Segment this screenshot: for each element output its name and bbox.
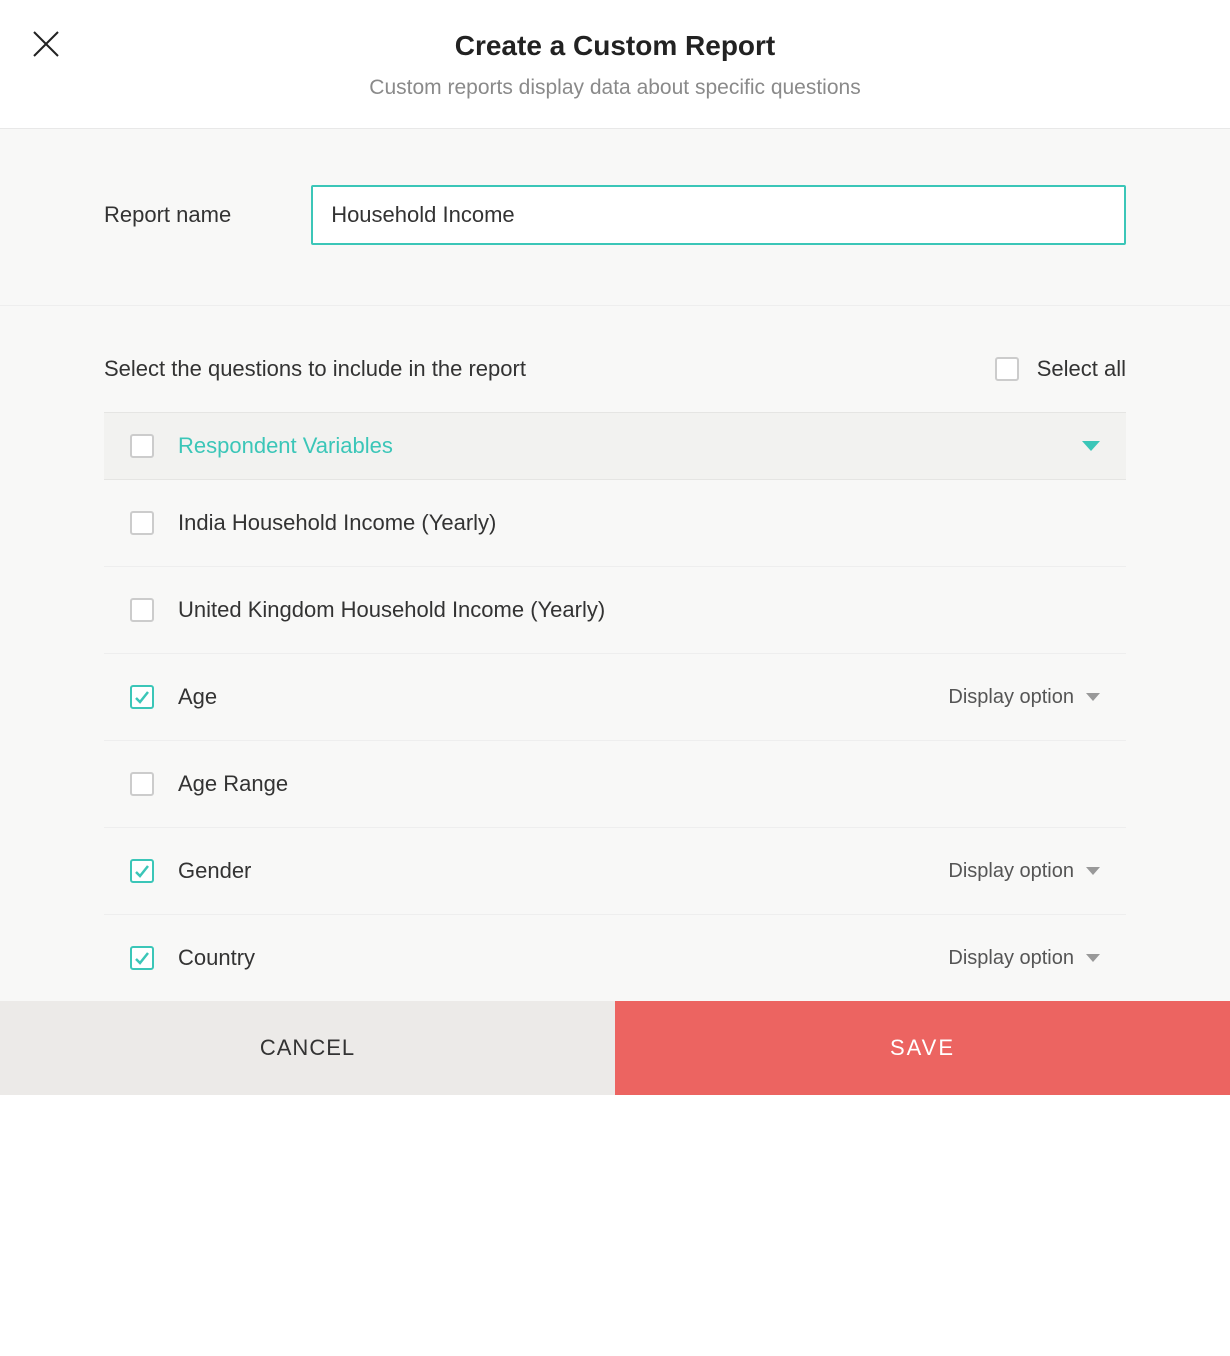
chevron-down-icon (1086, 954, 1100, 962)
select-all-wrap: Select all (995, 356, 1126, 382)
question-checkbox[interactable] (130, 685, 154, 709)
question-item: United Kingdom Household Income (Yearly) (104, 567, 1126, 654)
question-checkbox[interactable] (130, 511, 154, 535)
checkmark-icon (134, 950, 150, 966)
question-item: Country Display option (104, 915, 1126, 1001)
chevron-down-icon (1086, 867, 1100, 875)
display-option-label: Display option (948, 860, 1074, 883)
display-option-label: Display option (948, 947, 1074, 970)
group-title: Respondent Variables (178, 433, 1058, 459)
modal-subtitle: Custom reports display data about specif… (0, 76, 1230, 100)
questions-section: Select the questions to include in the r… (0, 306, 1230, 1001)
modal-footer: CANCEL SAVE (0, 1001, 1230, 1095)
close-button[interactable] (30, 28, 62, 60)
question-group-header[interactable]: Respondent Variables (104, 412, 1126, 480)
question-item: Age Display option (104, 654, 1126, 741)
display-option-dropdown[interactable]: Display option (948, 947, 1100, 970)
select-all-checkbox[interactable] (995, 357, 1019, 381)
question-checkbox[interactable] (130, 598, 154, 622)
question-item: Gender Display option (104, 828, 1126, 915)
question-item: Age Range (104, 741, 1126, 828)
report-name-input[interactable] (311, 185, 1126, 245)
questions-prompt: Select the questions to include in the r… (104, 356, 526, 382)
select-all-label: Select all (1037, 356, 1126, 382)
checkmark-icon (134, 863, 150, 879)
report-name-label: Report name (104, 202, 231, 228)
question-label: Country (178, 945, 924, 971)
question-checkbox[interactable] (130, 859, 154, 883)
save-button[interactable]: SAVE (615, 1001, 1230, 1095)
question-label: India Household Income (Yearly) (178, 510, 1100, 536)
question-label: Age (178, 684, 924, 710)
display-option-dropdown[interactable]: Display option (948, 860, 1100, 883)
modal-title: Create a Custom Report (0, 30, 1230, 62)
report-name-section: Report name (0, 129, 1230, 306)
question-label: Age Range (178, 771, 1100, 797)
question-label: United Kingdom Household Income (Yearly) (178, 597, 1100, 623)
question-label: Gender (178, 858, 924, 884)
question-checkbox[interactable] (130, 946, 154, 970)
display-option-dropdown[interactable]: Display option (948, 686, 1100, 709)
chevron-down-icon (1082, 441, 1100, 451)
display-option-label: Display option (948, 686, 1074, 709)
questions-header-row: Select the questions to include in the r… (104, 356, 1126, 382)
question-checkbox[interactable] (130, 772, 154, 796)
chevron-down-icon (1086, 693, 1100, 701)
checkmark-icon (134, 689, 150, 705)
question-list: India Household Income (Yearly) United Ki… (104, 480, 1126, 1001)
modal-header: Create a Custom Report Custom reports di… (0, 0, 1230, 129)
cancel-button[interactable]: CANCEL (0, 1001, 615, 1095)
group-checkbox[interactable] (130, 434, 154, 458)
close-icon (30, 28, 62, 60)
question-item: India Household Income (Yearly) (104, 480, 1126, 567)
